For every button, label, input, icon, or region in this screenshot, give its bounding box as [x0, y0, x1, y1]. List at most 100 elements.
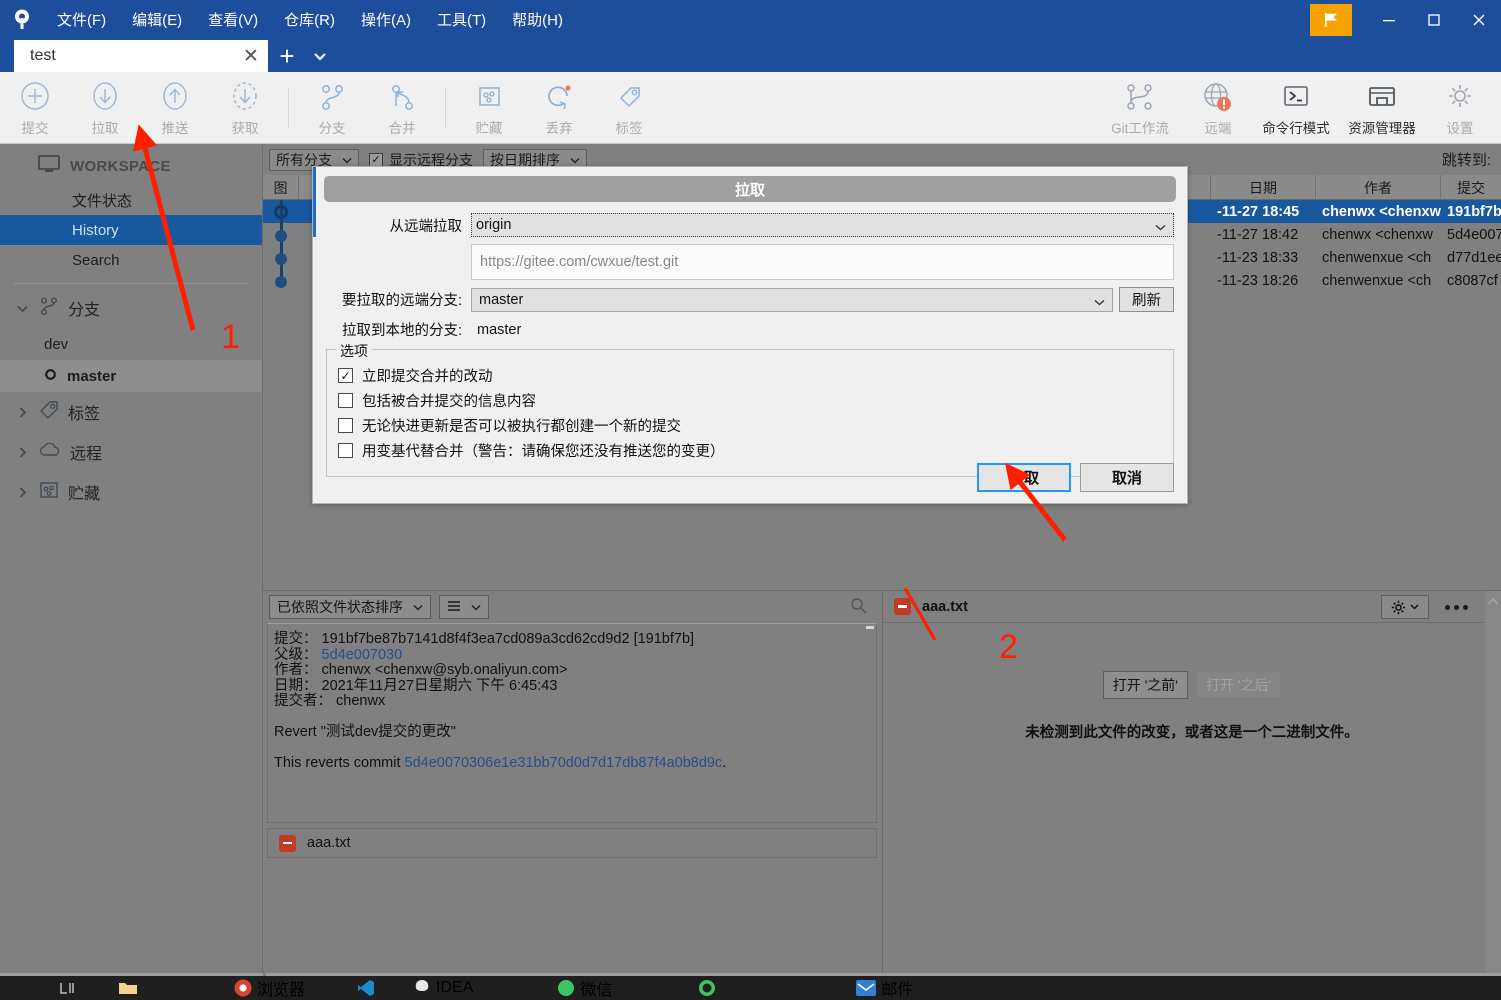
toolbar-label: 提交 [21, 121, 49, 136]
sidebar-section-tags[interactable]: 标签 [0, 392, 262, 432]
tab-test[interactable]: test ✕ [14, 40, 268, 72]
column-header-commit[interactable]: 提交 [1441, 175, 1501, 200]
toolbar-remote-button[interactable]: 远端 [1183, 72, 1253, 144]
menu-view[interactable]: 查看(V) [195, 9, 271, 32]
no-diff-message: 未检测到此文件的改变，或者这是一个二进制文件。 [1025, 725, 1359, 741]
stash-icon [38, 480, 60, 505]
chevron-right-icon[interactable] [14, 446, 30, 459]
toolbar-branch-button[interactable]: 分支 [297, 72, 367, 144]
view-mode-dropdown[interactable] [439, 595, 489, 619]
sidebar-section-label: 标签 [68, 406, 101, 423]
taskbar-vscode-icon[interactable] [357, 976, 375, 1000]
toolbar-terminal-button[interactable]: 命令行模式 [1253, 72, 1339, 144]
option-rebase-instead-of-merge[interactable]: 用变基代替合并（警告：请确保您还没有推送您的变更） [338, 438, 1162, 463]
reverts-hash[interactable]: 5d4e0070306e1e31bb70d0d7d17db87f4a0b8d9c [405, 755, 723, 771]
diff-settings-button[interactable] [1381, 595, 1429, 619]
list-item[interactable]: aaa.txt [267, 828, 877, 858]
diff-scrollbar[interactable] [1485, 591, 1501, 977]
graph-cell [263, 246, 299, 269]
checkbox-unchecked [338, 443, 353, 458]
toolbar-label: 标签 [615, 121, 643, 136]
sidebar-item-search[interactable]: Search [0, 245, 262, 275]
menu-edit[interactable]: 编辑(E) [119, 9, 195, 32]
jump-to-label: 跳转到: [1441, 152, 1491, 169]
taskbar-task-view-icon[interactable] [60, 976, 76, 1000]
taskbar-folder-icon[interactable] [118, 976, 138, 1000]
taskbar-idea-icon[interactable]: IDEA [413, 976, 473, 1000]
gear-icon [1391, 600, 1406, 614]
scroll-thumb[interactable] [866, 626, 874, 629]
author-label: 作者： [274, 662, 318, 679]
stash-icon [472, 79, 506, 113]
remote-branch-dropdown[interactable]: master [471, 287, 1113, 312]
option-include-merged-messages[interactable]: 包括被合并提交的信息内容 [338, 388, 1162, 413]
parent-value[interactable]: 5d4e007030 [322, 647, 403, 663]
column-header-date[interactable]: 日期 [1211, 175, 1316, 200]
checkbox-box: ✓ [369, 153, 383, 167]
toolbar-stash-button[interactable]: 贮藏 [454, 72, 524, 144]
open-before-button[interactable]: 打开 '之前' [1102, 671, 1188, 699]
cell-date: -11-23 18:26 [1217, 272, 1299, 289]
sidebar-branch-master[interactable]: master [0, 360, 262, 392]
toolbar-label: 分支 [318, 121, 346, 136]
taskbar-wechat2-icon[interactable] [698, 976, 716, 1000]
refresh-button[interactable]: 刷新 [1119, 287, 1174, 312]
search-icon[interactable] [850, 597, 867, 619]
chevron-down-icon[interactable] [306, 40, 334, 72]
pull-down-arrow-icon [88, 79, 122, 113]
sidebar-item-file-status[interactable]: 文件状态 [0, 185, 262, 215]
author-line: 作者： chenwx <chenxw@syb.onaliyun.com> [274, 662, 870, 679]
toolbar-push-button[interactable]: 推送 [140, 72, 210, 144]
diff-file-name: aaa.txt [922, 598, 968, 615]
more-dots-icon[interactable] [1439, 595, 1473, 619]
menu-tools[interactable]: 工具(T) [424, 9, 499, 32]
merge-icon [385, 79, 419, 113]
chevron-right-icon[interactable] [14, 486, 30, 499]
close-icon[interactable]: ✕ [234, 40, 268, 72]
pull-dialog: 拉取 从远端拉取 origin https://gitee.com/cwxue/… [312, 166, 1188, 504]
close-icon[interactable] [1456, 0, 1501, 40]
plus-icon[interactable]: + [270, 40, 304, 72]
file-sort-dropdown[interactable]: 已依照文件状态排序 [269, 595, 431, 619]
minimize-icon[interactable] [1366, 0, 1411, 40]
chevron-right-icon[interactable] [14, 406, 30, 419]
sidebar-section-remotes[interactable]: 远程 [0, 432, 262, 472]
column-header-author[interactable]: 作者 [1316, 175, 1441, 200]
window-controls [1310, 0, 1501, 40]
maximize-icon[interactable] [1411, 0, 1456, 40]
menu-actions[interactable]: 操作(A) [348, 9, 424, 32]
toolbar-fetch-button[interactable]: 获取 [210, 72, 280, 144]
toolbar-explorer-button[interactable]: 资源管理器 [1339, 72, 1425, 144]
pull-confirm-button[interactable]: 拉取 [977, 463, 1071, 492]
local-branch-label: 拉取到本地的分支: [341, 323, 462, 339]
main-toolbar: 提交 拉取 推送 获取 分支 合并 贮藏 丢弃 标签 Git工作流 远端 命令行… [0, 72, 1501, 144]
toolbar-settings-button[interactable]: 设置 [1425, 72, 1495, 144]
menu-repository[interactable]: 仓库(R) [271, 9, 348, 32]
sidebar-item-history[interactable]: History [0, 215, 262, 245]
taskbar-mail-icon[interactable]: 邮件 [856, 976, 913, 1000]
list-view-icon [447, 599, 461, 615]
taskbar-wechat-icon[interactable]: 微信 [557, 976, 612, 1000]
toolbar-gitflow-button[interactable]: Git工作流 [1097, 72, 1183, 144]
menu-file[interactable]: 文件(F) [44, 9, 119, 32]
remote-dropdown[interactable]: origin [471, 213, 1174, 237]
toolbar-pull-button[interactable]: 拉取 [70, 72, 140, 144]
tab-strip: test ✕ + [0, 40, 1501, 72]
taskbar-label: 微信 [580, 982, 613, 999]
option-commit-merged-changes[interactable]: ✓ 立即提交合并的改动 [338, 363, 1162, 388]
cancel-button[interactable]: 取消 [1080, 463, 1174, 492]
fetch-dashed-arrow-icon [228, 79, 262, 113]
option-create-new-commit[interactable]: 无论快进更新是否可以被执行都创建一个新的提交 [338, 413, 1162, 438]
toolbar-merge-button[interactable]: 合并 [367, 72, 437, 144]
author-value: chenwx <chenxw@syb.onaliyun.com> [321, 662, 568, 679]
toolbar-commit-button[interactable]: 提交 [0, 72, 70, 144]
chevron-down-icon[interactable] [14, 304, 30, 313]
branch-icon [315, 79, 349, 113]
flag-icon[interactable] [1310, 4, 1352, 36]
menu-help[interactable]: 帮助(H) [499, 9, 576, 32]
column-header-graph[interactable]: 图 [263, 175, 299, 200]
toolbar-discard-button[interactable]: 丢弃 [524, 72, 594, 144]
toolbar-tag-button[interactable]: 标签 [594, 72, 664, 144]
sidebar-section-stashes[interactable]: 贮藏 [0, 472, 262, 512]
taskbar-chrome-icon[interactable]: 浏览器 [234, 976, 305, 1000]
